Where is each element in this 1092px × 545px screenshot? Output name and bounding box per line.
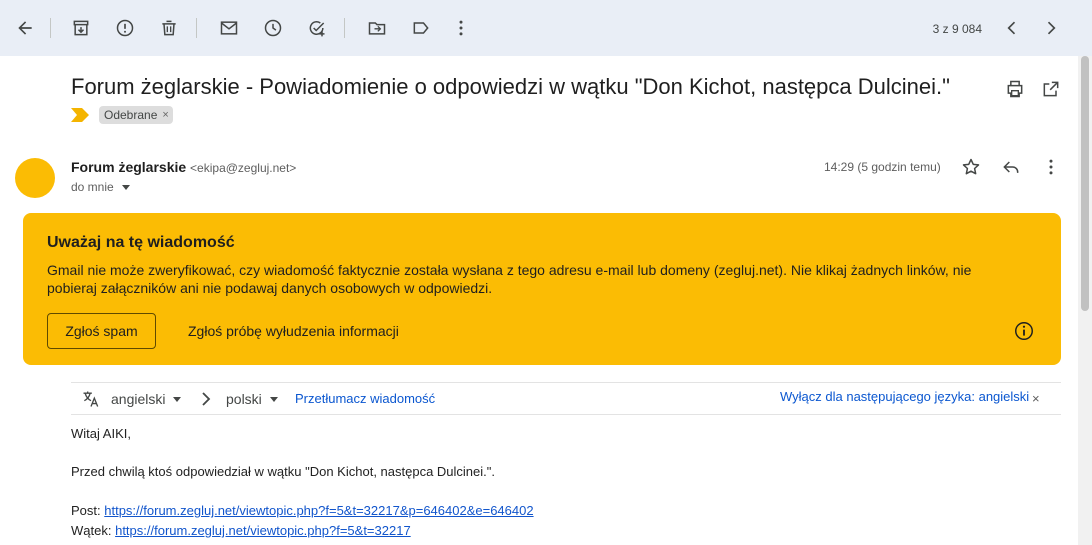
importance-marker-icon[interactable]: [71, 108, 89, 122]
toolbar-divider: [196, 18, 197, 38]
chevron-down-icon: [269, 396, 278, 402]
warning-title: Uważaj na tę wiadomość: [47, 234, 235, 251]
target-language-select[interactable]: polski: [226, 391, 278, 407]
translate-icon: [83, 391, 99, 407]
toolbar-divider: [344, 18, 345, 38]
email-subject: Forum żeglarskie - Powiadomienie o odpow…: [71, 74, 950, 99]
translate-bar: angielski polski Przetłumacz wiadomość W…: [71, 382, 1061, 415]
post-line: Post: https://forum.zegluj.net/viewtopic…: [71, 503, 534, 518]
sender-email: <ekipa@zegluj.net>: [190, 161, 297, 175]
chevron-left-icon[interactable]: [998, 14, 1026, 42]
more-vertical-icon[interactable]: [1038, 154, 1064, 180]
open-new-window-icon[interactable]: [1038, 76, 1064, 102]
report-spam-icon[interactable]: [111, 14, 139, 42]
folder-move-icon[interactable]: [363, 14, 391, 42]
chevron-right-icon: [202, 392, 211, 406]
envelope-icon[interactable]: [215, 14, 243, 42]
toolbar-divider: [50, 18, 51, 38]
print-icon[interactable]: [1002, 76, 1028, 102]
close-icon[interactable]: ×: [1032, 391, 1040, 406]
warning-banner: Uważaj na tę wiadomość Gmail nie może zw…: [23, 213, 1061, 365]
target-language-label: polski: [226, 391, 262, 407]
thread-link[interactable]: https://forum.zegluj.net/viewtopic.php?f…: [115, 523, 411, 538]
disable-translation-link[interactable]: Wyłącz dla następującego języka: angiels…: [780, 389, 1029, 404]
chevron-right-icon[interactable]: [1037, 14, 1065, 42]
more-vertical-icon[interactable]: [447, 14, 475, 42]
trash-icon[interactable]: [155, 14, 183, 42]
label-icon[interactable]: [407, 14, 435, 42]
post-link[interactable]: https://forum.zegluj.net/viewtopic.php?f…: [104, 503, 533, 518]
message-time: 14:29 (5 godzin temu): [824, 160, 941, 174]
avatar[interactable]: [15, 158, 55, 198]
post-label: Post:: [71, 503, 101, 518]
toolbar: 3 z 9 084: [0, 0, 1092, 56]
label-chip-text: Odebrane: [104, 108, 158, 122]
remove-label-icon[interactable]: ×: [162, 109, 168, 121]
thread-line: Wątek: https://forum.zegluj.net/viewtopi…: [71, 523, 411, 538]
archive-icon[interactable]: [67, 14, 95, 42]
scrollbar[interactable]: [1078, 56, 1092, 545]
reply-icon[interactable]: [998, 154, 1024, 180]
message-counter: 3 z 9 084: [932, 22, 982, 36]
report-spam-button[interactable]: Zgłoś spam: [47, 313, 156, 349]
source-language-label: angielski: [111, 391, 166, 407]
chevron-down-icon[interactable]: [121, 184, 130, 190]
thread-label: Wątek:: [71, 523, 112, 538]
scrollbar-thumb[interactable]: [1081, 56, 1089, 311]
chevron-down-icon: [173, 396, 182, 402]
recipient-text: do mnie: [71, 180, 114, 194]
info-icon[interactable]: [1013, 320, 1035, 342]
sender-line: Forum żeglarskie <ekipa@zegluj.net>: [71, 159, 296, 175]
body-greeting: Witaj AIKI,: [71, 426, 131, 441]
translate-message-link[interactable]: Przetłumacz wiadomość: [295, 391, 435, 406]
label-row: Odebrane ×: [71, 106, 173, 124]
gmail-window: 3 z 9 084 Forum żeglarskie - Powiadomien…: [0, 0, 1092, 545]
add-task-icon[interactable]: [303, 14, 331, 42]
sender-name[interactable]: Forum żeglarskie: [71, 159, 186, 175]
clock-icon[interactable]: [259, 14, 287, 42]
message-pane: Forum żeglarskie - Powiadomienie o odpow…: [0, 56, 1078, 545]
source-language-select[interactable]: angielski: [111, 391, 182, 407]
report-phishing-button[interactable]: Zgłoś próbę wyłudzenia informacji: [188, 313, 399, 349]
warning-text: Gmail nie może zweryfikować, czy wiadomo…: [47, 262, 972, 296]
star-icon[interactable]: [958, 154, 984, 180]
back-icon[interactable]: [11, 14, 39, 42]
recipient-details[interactable]: do mnie: [71, 180, 130, 194]
body-line: Przed chwilą ktoś odpowiedział w wątku "…: [71, 464, 495, 479]
label-chip-inbox[interactable]: Odebrane ×: [99, 106, 173, 124]
